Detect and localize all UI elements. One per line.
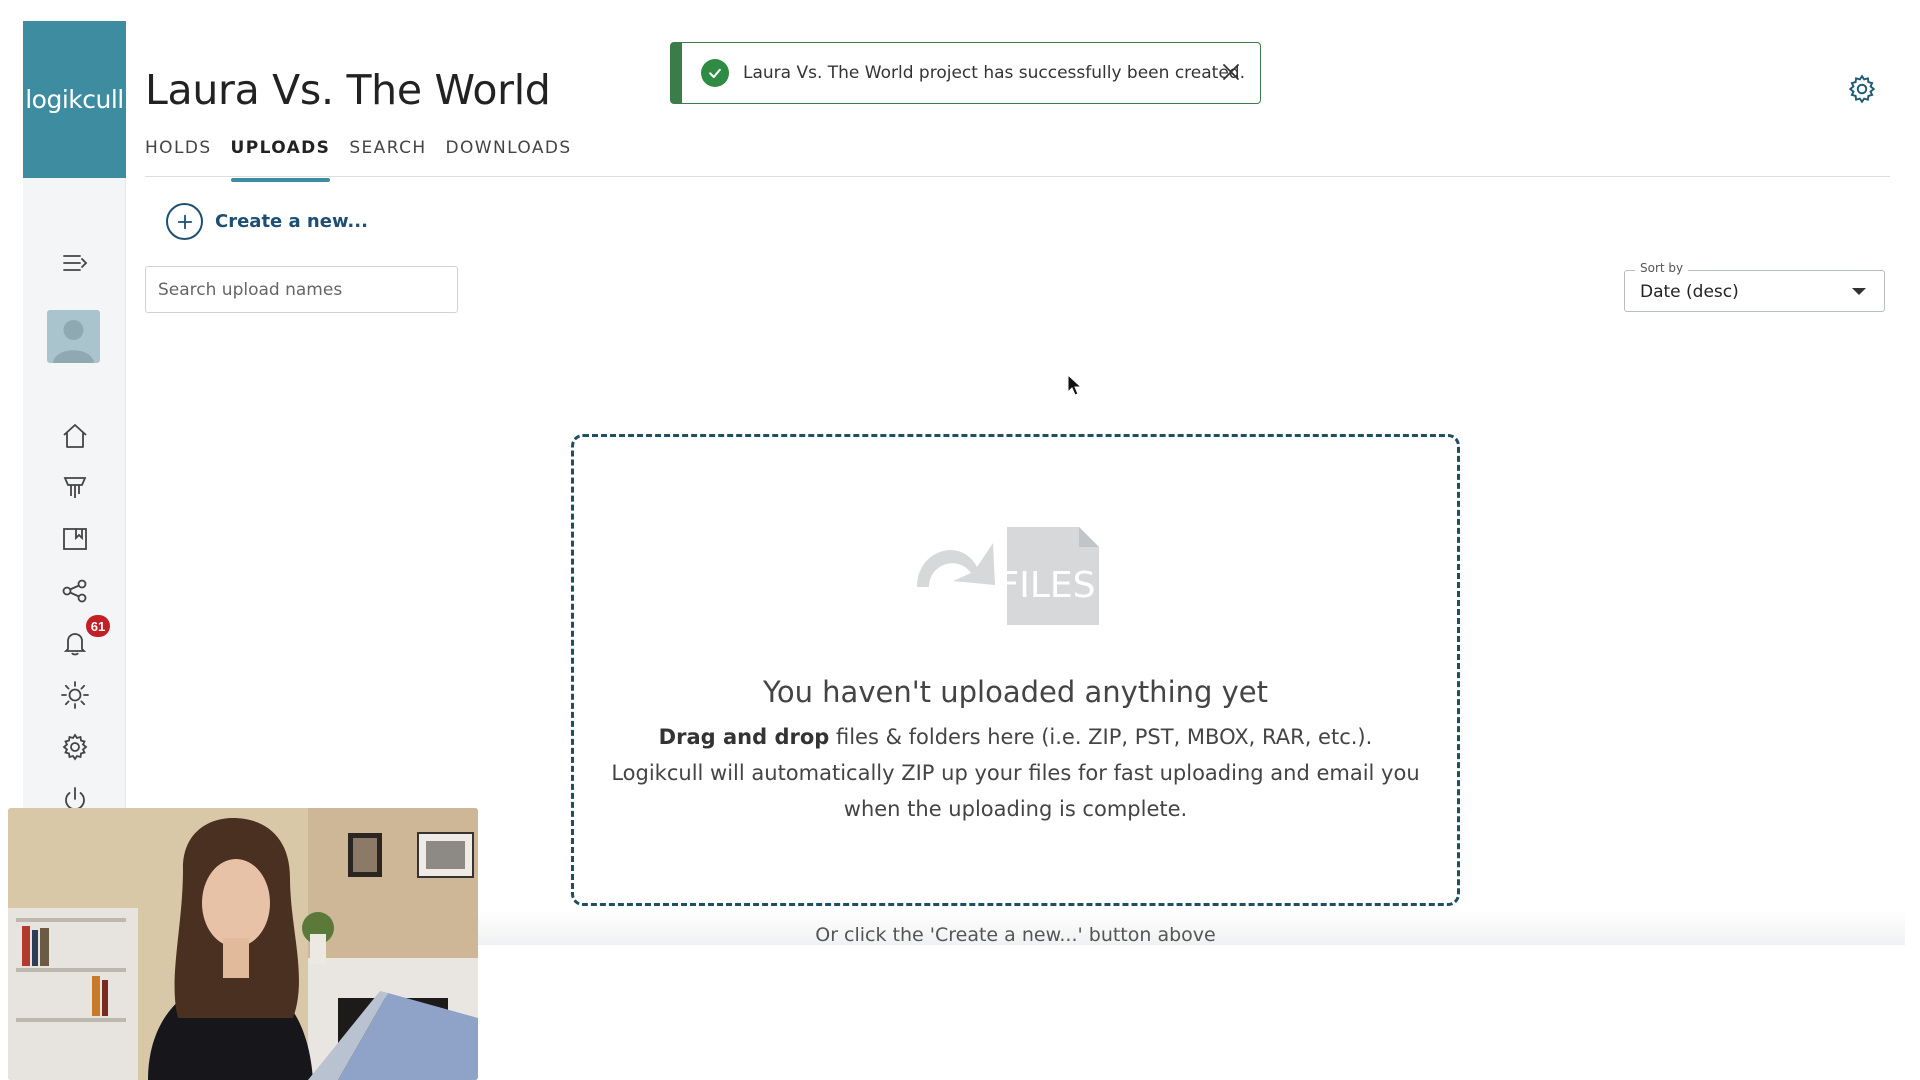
library-icon[interactable] <box>23 519 126 559</box>
settings-icon[interactable] <box>23 727 126 767</box>
logo-text: logikcull <box>25 85 124 114</box>
sort-by-select[interactable]: Sort by Date (desc) <box>1624 261 1885 312</box>
plus-icon <box>166 203 203 240</box>
notification-count-badge: 61 <box>86 615 110 637</box>
create-new-label: Create a new... <box>215 211 368 232</box>
create-hint-text: Or click the 'Create a new...' button ab… <box>815 924 1216 946</box>
drag-and-drop-rest: files & folders here (i.e. ZIP, PST, MBO… <box>829 725 1373 749</box>
sort-by-value: Date (desc) <box>1640 282 1739 302</box>
project-settings-gear-icon[interactable] <box>1846 73 1878 105</box>
empty-state-line-2: Logikcull will automatically ZIP up your… <box>611 761 1420 785</box>
left-sidebar: logikcull 61 <box>23 21 126 811</box>
holds-icon[interactable] <box>23 467 126 507</box>
search-upload-input[interactable] <box>145 266 458 313</box>
upload-dropzone[interactable]: FILES You haven't uploaded anything yet … <box>571 434 1460 906</box>
drag-and-drop-text: Drag and drop <box>658 725 830 749</box>
files-illustration-label: FILES <box>999 565 1096 606</box>
sort-by-label: Sort by <box>1635 261 1689 275</box>
logo[interactable]: logikcull <box>23 21 126 178</box>
close-icon[interactable] <box>1220 61 1242 83</box>
avatar[interactable] <box>47 310 100 363</box>
webcam-video-overlay <box>8 808 478 1080</box>
check-circle-icon <box>701 59 729 87</box>
share-icon[interactable] <box>23 571 126 611</box>
create-new-button[interactable]: Create a new... <box>166 203 368 240</box>
files-upload-illustration: FILES <box>907 519 1127 629</box>
mouse-cursor-icon <box>1067 373 1083 398</box>
caret-down-icon <box>1852 288 1866 295</box>
toast-message: Laura Vs. The World project has successf… <box>743 63 1245 83</box>
brightness-icon[interactable] <box>23 675 126 715</box>
collapse-menu-icon[interactable] <box>23 243 126 283</box>
empty-state-line-1: Drag and drop files & folders here (i.e.… <box>574 725 1457 749</box>
success-toast: Laura Vs. The World project has successf… <box>670 42 1261 104</box>
empty-state-title: You haven't uploaded anything yet <box>762 675 1269 709</box>
notifications-icon[interactable] <box>23 623 126 663</box>
home-icon[interactable] <box>23 416 126 456</box>
header-divider <box>145 176 1890 177</box>
page-title: Laura Vs. The World <box>145 66 551 114</box>
empty-state-line-3: when the uploading is complete. <box>843 797 1188 821</box>
